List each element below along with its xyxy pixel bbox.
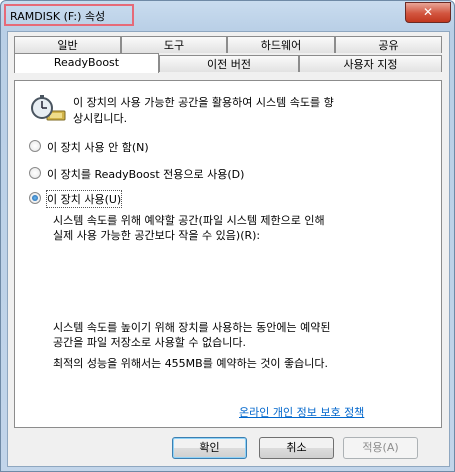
radio-use-device[interactable] [29,192,41,204]
option-dont-use-label[interactable]: 이 장치 사용 안 함(N) [47,139,149,155]
recommendation-text: 최적의 성능을 위해서는 455MB를 예약하는 것이 좋습니다. [53,357,329,370]
radio-dont-use[interactable] [29,140,41,152]
option-dedicate-label[interactable]: 이 장치를 ReadyBoost 전용으로 사용(D) [47,166,244,182]
tab-general[interactable]: 일반 [14,36,121,53]
readyboost-panel: 이 장치의 사용 가능한 공간을 활용하여 시스템 속도를 향 상시킵니다. 이… [14,80,442,428]
description-line-2: 상시킵니다. [73,112,128,125]
properties-window: RAMDISK (F:) 속성 ✕ 일반 도구 하드웨어 공유 ReadyBoo… [0,0,455,472]
note-line-2: 공간을 파일 저장소로 사용할 수 없습니다. [53,336,247,349]
apply-button[interactable]: 적용(A) [343,437,418,459]
title-bar[interactable]: RAMDISK (F:) 속성 ✕ [1,1,454,31]
ok-button[interactable]: 확인 [172,437,247,459]
tab-readyboost[interactable]: ReadyBoost [14,53,159,73]
tab-tools[interactable]: 도구 [121,36,227,53]
close-button[interactable]: ✕ [405,2,451,23]
reserve-label-line-2: 실제 사용 가능한 공간보다 작을 수 있음)(R): [53,229,261,242]
description-line-1: 이 장치의 사용 가능한 공간을 활용하여 시스템 속도를 향 [73,96,334,109]
window-title: RAMDISK (F:) 속성 [4,4,134,26]
tab-previous-versions[interactable]: 이전 버전 [159,55,299,72]
radio-dedicate[interactable] [29,167,41,179]
dialog-client-area: 일반 도구 하드웨어 공유 ReadyBoost 이전 버전 사용자 지정 이 … [7,31,450,467]
reserve-label-line-1: 시스템 속도를 위해 예약할 공간(파일 시스템 제한으로 인해 [53,214,325,227]
cancel-button[interactable]: 취소 [259,437,334,459]
readyboost-stopwatch-icon [31,95,66,121]
tab-sharing[interactable]: 공유 [335,36,442,53]
option-use-label[interactable]: 이 장치 사용(U) [45,190,123,208]
tab-customize[interactable]: 사용자 지정 [299,55,442,72]
tab-hardware[interactable]: 하드웨어 [227,36,335,53]
privacy-policy-link[interactable]: 온라인 개인 정보 보호 정책 [239,404,364,420]
note-line-1: 시스템 속도를 높이기 위해 장치를 사용하는 동안에는 예약된 [53,321,331,334]
